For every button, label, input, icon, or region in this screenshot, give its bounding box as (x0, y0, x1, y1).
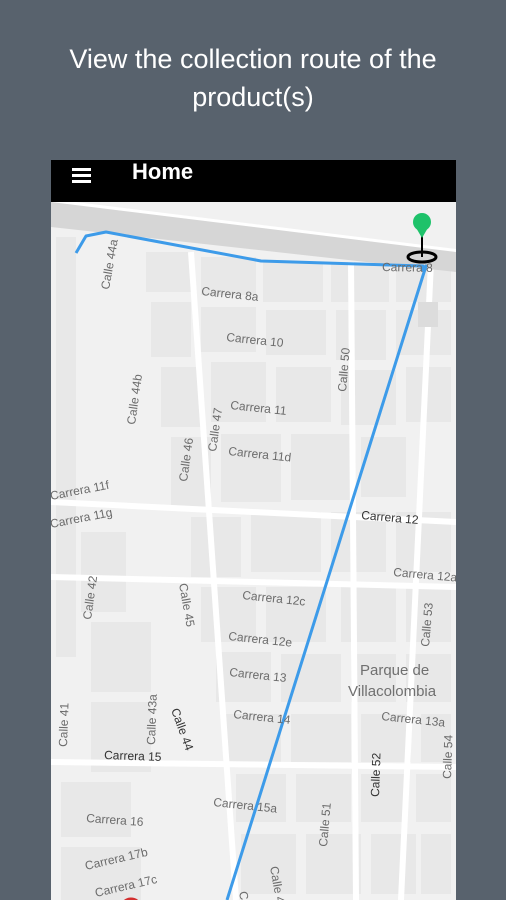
headline-line-1: View the collection route of the (69, 44, 437, 74)
street-label: Calle 54 (440, 734, 456, 779)
phone-screen: Home Calle 44a Carrera 8a Carrera 8 Carr… (51, 160, 456, 900)
park-label-line-1: Parque de (360, 662, 429, 679)
street-label: Calle 52 (368, 752, 384, 797)
street-label: Calle 43a (144, 694, 160, 745)
headline-text: View the collection route of the product… (0, 40, 506, 116)
map-building (418, 302, 438, 327)
street-label: Calle 41 (56, 702, 72, 747)
street-label: Carrera 15 (104, 748, 162, 764)
park-label-line-2: Villacolombia (348, 683, 437, 700)
headline-line-2: product(s) (192, 82, 314, 112)
street-label: Carrera 8 (382, 260, 433, 275)
route-map[interactable]: Calle 44a Carrera 8a Carrera 8 Carrera 1… (51, 202, 456, 900)
page-title: Home (132, 160, 194, 184)
app-bar: Home (51, 160, 456, 202)
hamburger-menu-icon[interactable] (69, 168, 97, 192)
